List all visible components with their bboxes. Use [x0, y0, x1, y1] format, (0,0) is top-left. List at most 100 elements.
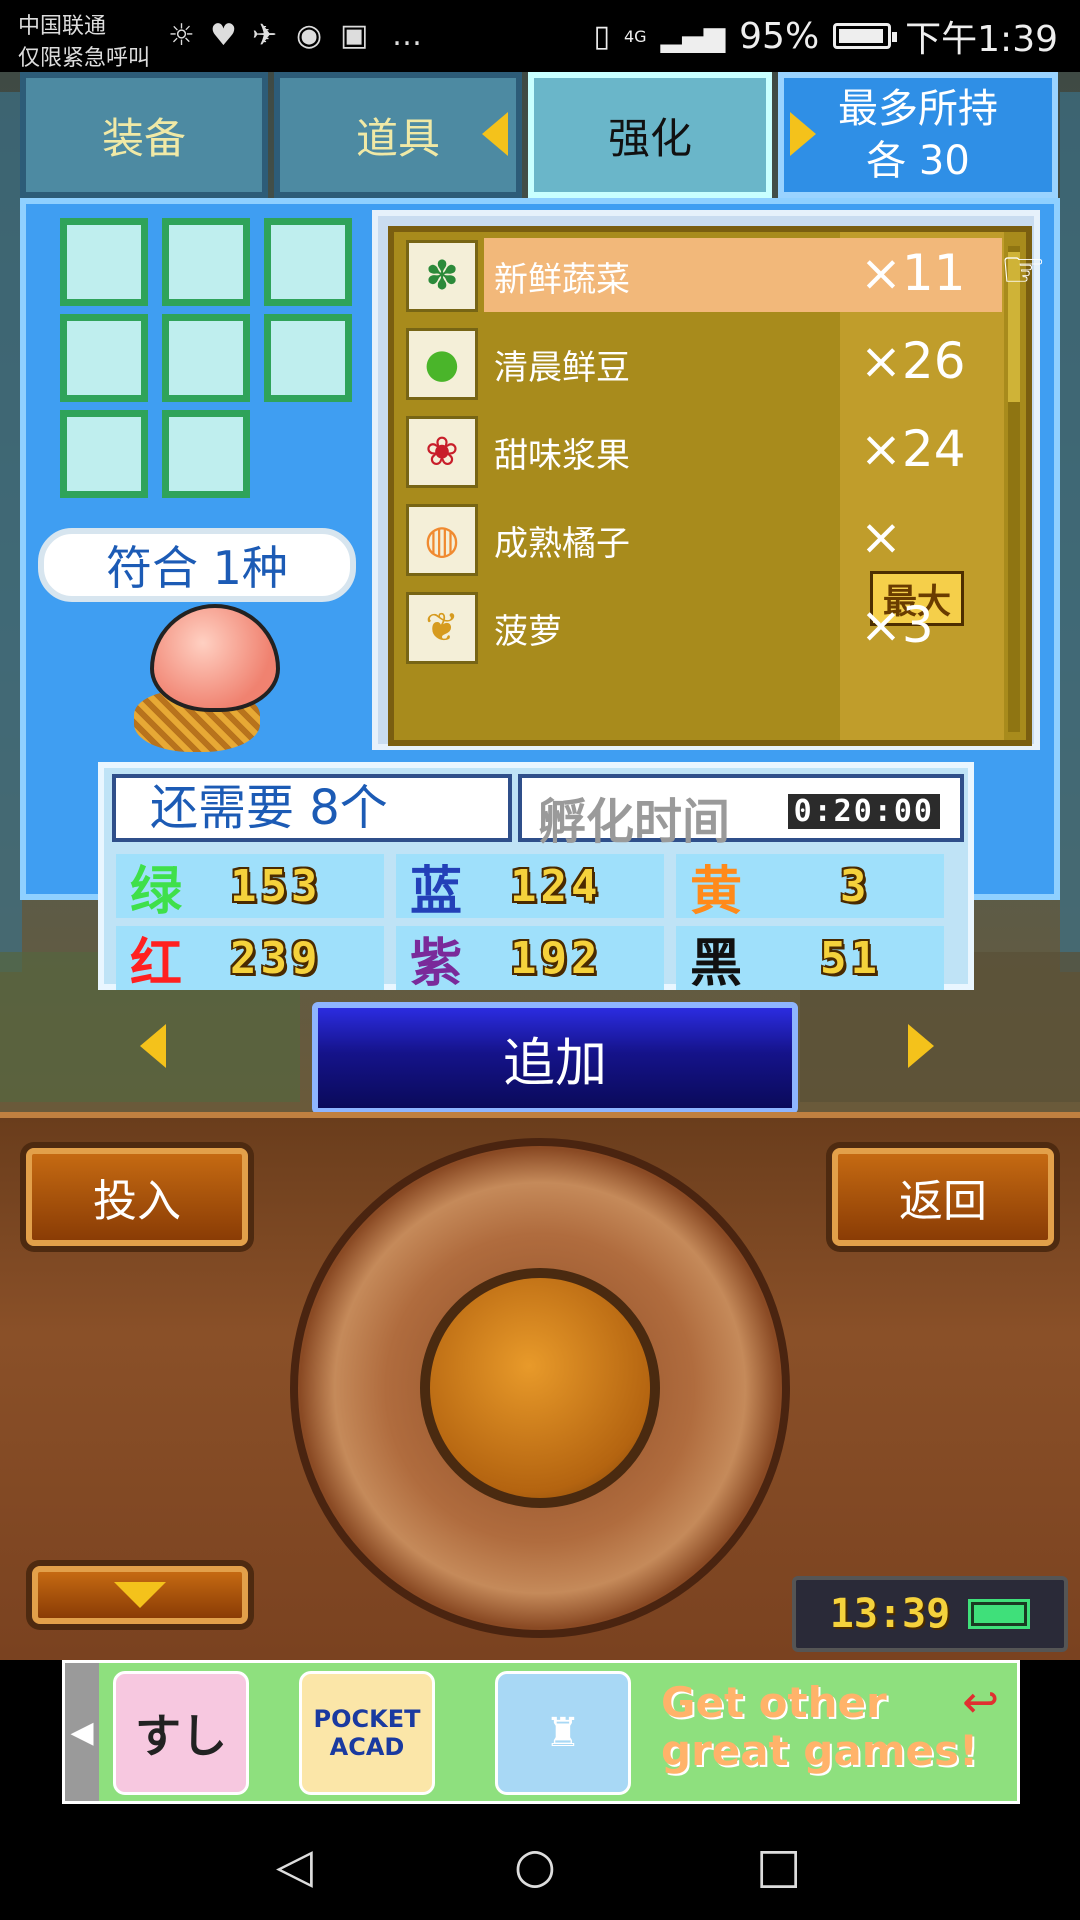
signal-icon: ▂▄▆ [660, 19, 726, 53]
back-button[interactable]: 返回 [832, 1148, 1054, 1246]
back-nav-icon[interactable]: ◁ [276, 1838, 313, 1894]
item-name: 新鲜蔬菜 [494, 260, 630, 300]
put-in-button[interactable]: 投入 [26, 1148, 248, 1246]
tab-equipment[interactable]: 装备 [20, 72, 268, 198]
color-stat-red: 红 239 [116, 926, 384, 994]
clock-time: 下午1:39 [905, 19, 1058, 60]
castle-icon: ♜ [545, 1710, 581, 1756]
ad-game-label: POCKET ACAD [313, 1705, 421, 1761]
list-item[interactable]: ✽ 新鲜蔬菜 ×11 [402, 232, 1002, 328]
battery-percent: 95% [739, 15, 820, 57]
color-value: 51 [820, 932, 881, 984]
list-item[interactable]: ◍ 成熟橘子 ×最大 [402, 496, 1002, 626]
game-clock-time: 13:39 [829, 1591, 951, 1637]
required-count: 还需要 8个 [112, 774, 512, 842]
pineapple-icon: ❦ [406, 592, 478, 664]
material-slot[interactable] [162, 314, 250, 402]
material-slot[interactable] [264, 314, 352, 402]
color-value: 239 [230, 932, 322, 984]
item-count-prefix: × [860, 508, 902, 566]
color-label: 紫 [410, 933, 463, 994]
game-battery-icon [968, 1599, 1031, 1629]
ad-prev-button[interactable]: ◀ [65, 1663, 99, 1801]
item-list-frame: ✽ 新鲜蔬菜 ×11 ● 清晨鲜豆 ×26 ❀ 甜味浆果 ×24 ◍ 成熟橘子 … [372, 210, 1040, 750]
berry-icon: ❀ [406, 416, 478, 488]
prev-arrow-icon[interactable] [140, 1024, 166, 1068]
map-icon: ▣ [340, 18, 369, 53]
carrier-status: 仅限紧急呼叫 [18, 46, 151, 71]
ad-banner[interactable]: ◀ すし POCKET ACAD ♜ Get other great games… [62, 1660, 1020, 1804]
game-screen: 中国联通 仅限紧急呼叫 ☼ ♥ ✈ ◉ ▣ … ▯ 4G ▂▄▆ 95% 下午1… [0, 0, 1080, 1920]
item-name: 菠萝 [494, 612, 562, 652]
hatch-time-label: 孵化时间 [538, 794, 731, 850]
ad-game-sushi[interactable]: すし [113, 1671, 249, 1795]
material-slot[interactable] [60, 314, 148, 402]
tab-enhance[interactable]: 强化 [528, 72, 772, 198]
tab-label: 强化 [607, 113, 692, 163]
list-item[interactable]: ❀ 甜味浆果 ×24 [402, 408, 1002, 504]
color-label: 黄 [690, 861, 743, 922]
color-stat-purple: 紫 192 [396, 926, 664, 994]
next-tab-arrow-icon[interactable] [790, 112, 816, 156]
material-slot[interactable] [162, 410, 250, 498]
material-slot[interactable] [60, 410, 148, 498]
color-stat-blue: 蓝 124 [396, 854, 664, 922]
color-label: 蓝 [410, 861, 463, 922]
color-value: 153 [230, 860, 322, 912]
carrier-label: 中国联通 [18, 14, 107, 39]
status-right: ▯ 4G ▂▄▆ 95% 下午1:39 [593, 10, 1058, 62]
hatch-info-panel: 还需要 8个 孵化时间 0:20:00 绿 153 蓝 124 黄 3 红 23… [98, 762, 974, 994]
more-icon: … [392, 18, 422, 53]
color-value: 3 [840, 860, 871, 912]
app-icon: ◉ [296, 18, 323, 53]
material-slot[interactable] [162, 218, 250, 306]
bean-icon: ● [406, 328, 478, 400]
max-hold-value: 各 30 [866, 138, 970, 184]
status-bar: 中国联通 仅限紧急呼叫 ☼ ♥ ✈ ◉ ▣ … ▯ 4G ▂▄▆ 95% 下午1… [0, 0, 1080, 72]
prev-tab-arrow-icon [482, 112, 508, 156]
color-value: 192 [510, 932, 602, 984]
return-arrow-icon: ↩ [962, 1677, 999, 1728]
item-name: 清晨鲜豆 [494, 348, 630, 388]
item-name: 甜味浆果 [494, 436, 630, 476]
tab-items[interactable]: 道具 [274, 72, 522, 198]
item-name: 成熟橘子 [494, 524, 630, 564]
pointer-hand-icon: ☜ [1000, 240, 1047, 300]
material-slot[interactable] [264, 218, 352, 306]
list-item[interactable]: ❦ 菠萝 ×3 [402, 584, 1002, 680]
vibrate-icon: ▯ [593, 18, 610, 54]
ad-text: Get other great games! [661, 1678, 979, 1775]
chevron-left-icon: ◀ [70, 1714, 94, 1750]
chevron-down-icon [114, 1582, 166, 1608]
color-label: 红 [130, 933, 183, 994]
brightness-icon: ☼ [168, 18, 195, 53]
dpad-center-button[interactable] [420, 1268, 660, 1508]
bird-icon: ✈ [252, 18, 278, 53]
color-stat-black: 黑 51 [676, 926, 944, 994]
item-list[interactable]: ✽ 新鲜蔬菜 ×11 ● 清晨鲜豆 ×26 ❀ 甜味浆果 ×24 ◍ 成熟橘子 … [388, 226, 1032, 746]
network-label: 4G [623, 26, 647, 46]
color-label: 黑 [690, 933, 743, 994]
battery-icon [833, 23, 898, 49]
vegetable-icon: ✽ [406, 240, 478, 312]
item-count: ×11 [860, 244, 966, 302]
match-count-label: 符合 1种 [38, 528, 356, 602]
tab-label: 道具 [355, 113, 440, 163]
color-value: 124 [510, 860, 602, 912]
ad-game-label: すし [135, 1709, 227, 1763]
max-hold-panel: 最多所持 各 30 [778, 72, 1058, 198]
color-stat-yellow: 黄 3 [676, 854, 944, 922]
home-nav-icon[interactable]: ○ [514, 1838, 556, 1894]
next-arrow-icon[interactable] [908, 1024, 934, 1068]
material-slot[interactable] [60, 218, 148, 306]
item-count: ×3 [860, 596, 934, 654]
color-stat-green: 绿 153 [116, 854, 384, 922]
recents-nav-icon[interactable]: □ [756, 1838, 801, 1894]
list-item[interactable]: ● 清晨鲜豆 ×26 [402, 320, 1002, 416]
game-clock: 13:39 [792, 1576, 1068, 1652]
ad-game-pocket-academy[interactable]: POCKET ACAD [299, 1671, 435, 1795]
color-label: 绿 [130, 861, 183, 922]
ad-game-kingdom[interactable]: ♜ [495, 1671, 631, 1795]
add-button[interactable]: 追加 [312, 1002, 798, 1114]
scroll-down-button[interactable] [32, 1566, 248, 1624]
